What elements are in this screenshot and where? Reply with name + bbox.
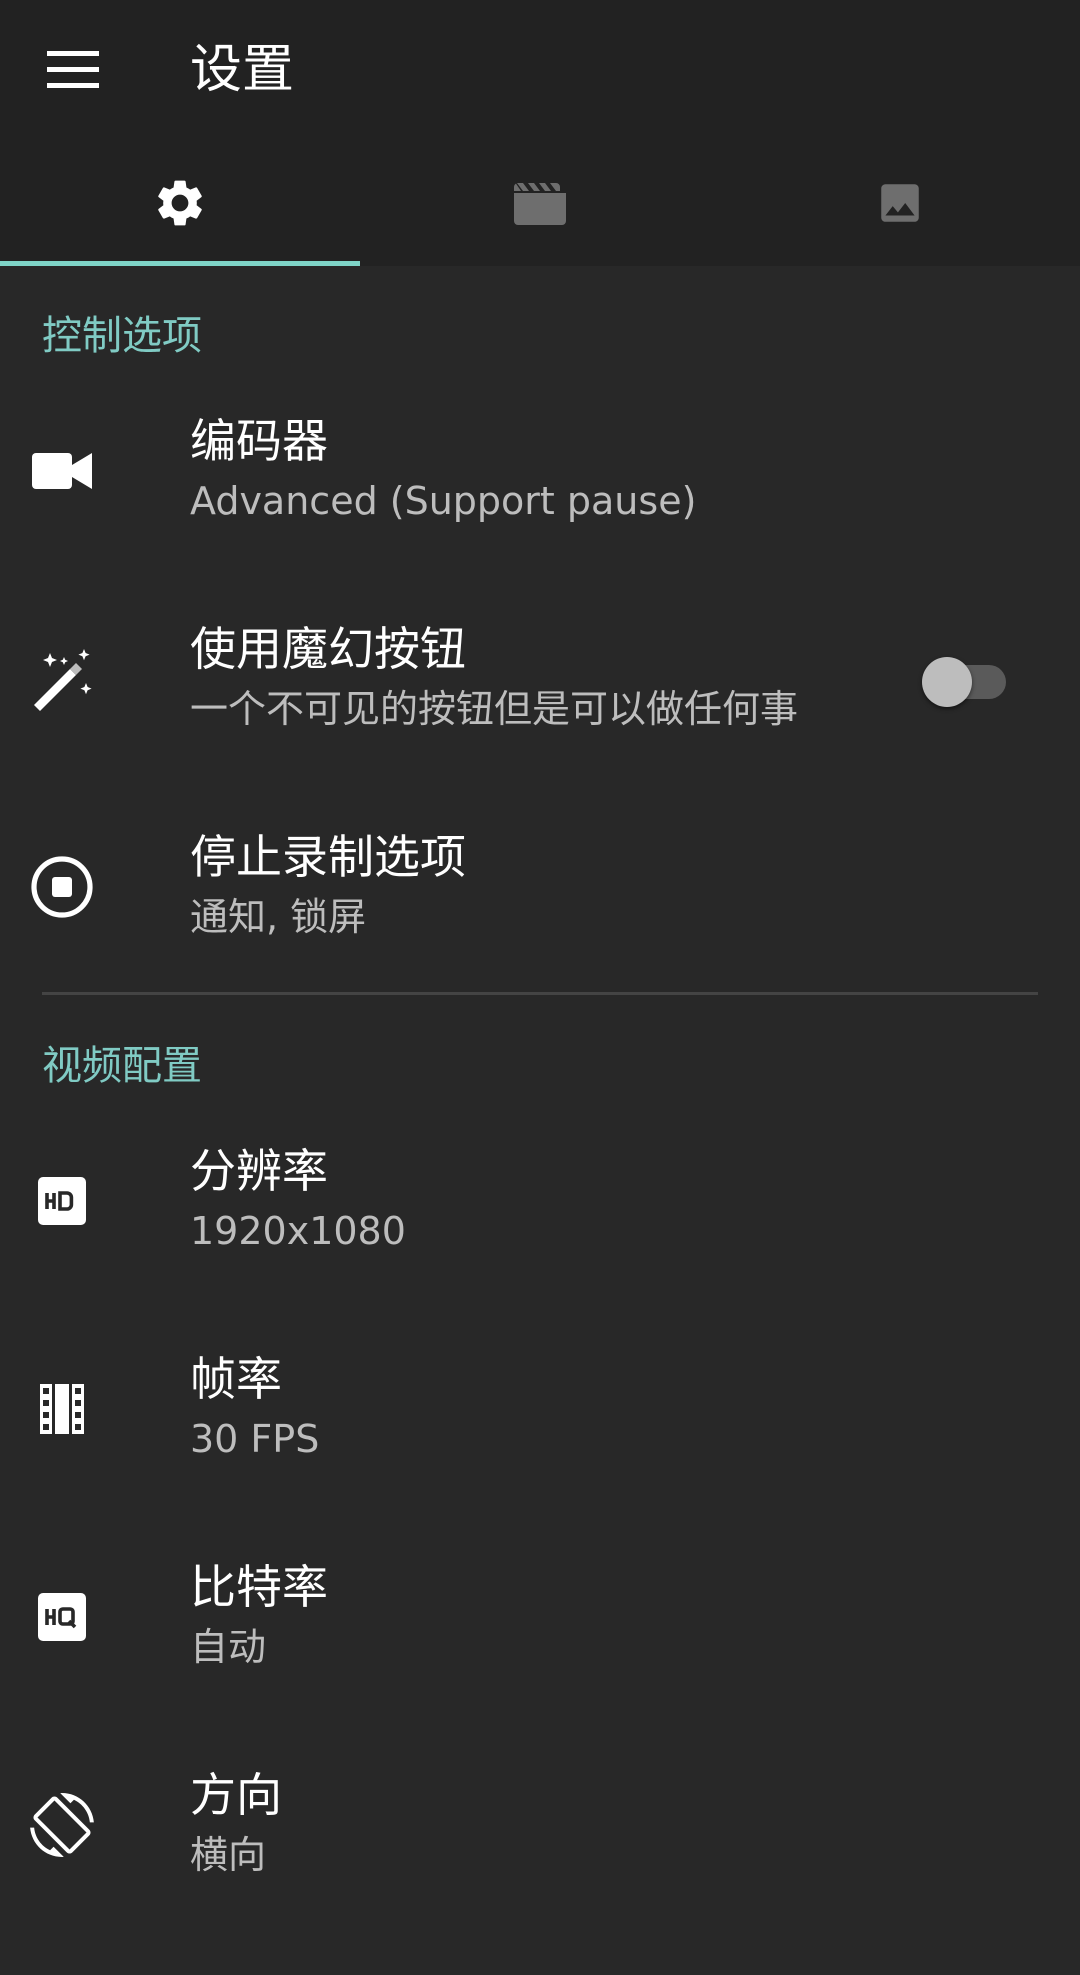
film-strip-icon [28,1375,96,1443]
menu-button[interactable] [22,22,124,118]
section-header-control: 控制选项 [42,313,202,359]
setting-summary: 横向 [190,1833,267,1877]
tab-video[interactable] [360,140,720,266]
tab-general-settings[interactable] [0,140,360,266]
magic-button-toggle[interactable] [922,649,1008,709]
toggle-thumb [922,657,972,707]
setting-magic-button[interactable]: 使用魔幻按钮 一个不可见的按钮但是可以做任何事 [0,575,1080,783]
setting-bitrate[interactable]: 比特率 自动 [0,1513,1080,1721]
screen-rotation-icon [28,1791,96,1859]
videocam-icon [28,437,96,505]
stop-circle-icon [28,853,96,921]
setting-summary: 30 FPS [190,1417,320,1461]
tab-image[interactable] [720,140,1080,266]
setting-title: 分辨率 [190,1144,328,1198]
hd-icon [28,1167,96,1235]
setting-title: 停止录制选项 [190,830,466,884]
setting-orientation[interactable]: 方向 横向 [0,1721,1080,1929]
setting-summary: 一个不可见的按钮但是可以做任何事 [190,687,799,731]
setting-title: 方向 [190,1768,282,1822]
clapperboard-icon [512,179,568,227]
tab-bar [0,140,1080,266]
page-title: 设置 [190,40,295,100]
section-divider [42,992,1038,995]
magic-wand-icon [28,645,96,713]
gear-icon [152,175,208,231]
hq-icon [28,1583,96,1651]
menu-icon [47,51,99,89]
setting-resolution[interactable]: 分辨率 1920x1080 [0,1097,1080,1305]
setting-encoder[interactable]: 编码器 Advanced (Support pause) [0,367,1080,575]
setting-stop-options[interactable]: 停止录制选项 通知, 锁屏 [0,783,1080,991]
image-icon [875,178,925,228]
setting-frame-rate[interactable]: 帧率 30 FPS [0,1305,1080,1513]
setting-title: 帧率 [190,1352,282,1406]
setting-summary: 1920x1080 [190,1209,406,1253]
setting-summary: 自动 [190,1625,267,1669]
setting-summary: 通知, 锁屏 [190,895,367,939]
setting-title: 编码器 [190,414,328,468]
section-header-video: 视频配置 [42,1043,202,1089]
setting-title: 使用魔幻按钮 [190,622,466,676]
setting-summary: Advanced (Support pause) [190,479,697,523]
setting-title: 比特率 [190,1560,328,1614]
app-bar: 设置 [0,0,1080,140]
tab-indicator [0,261,360,266]
